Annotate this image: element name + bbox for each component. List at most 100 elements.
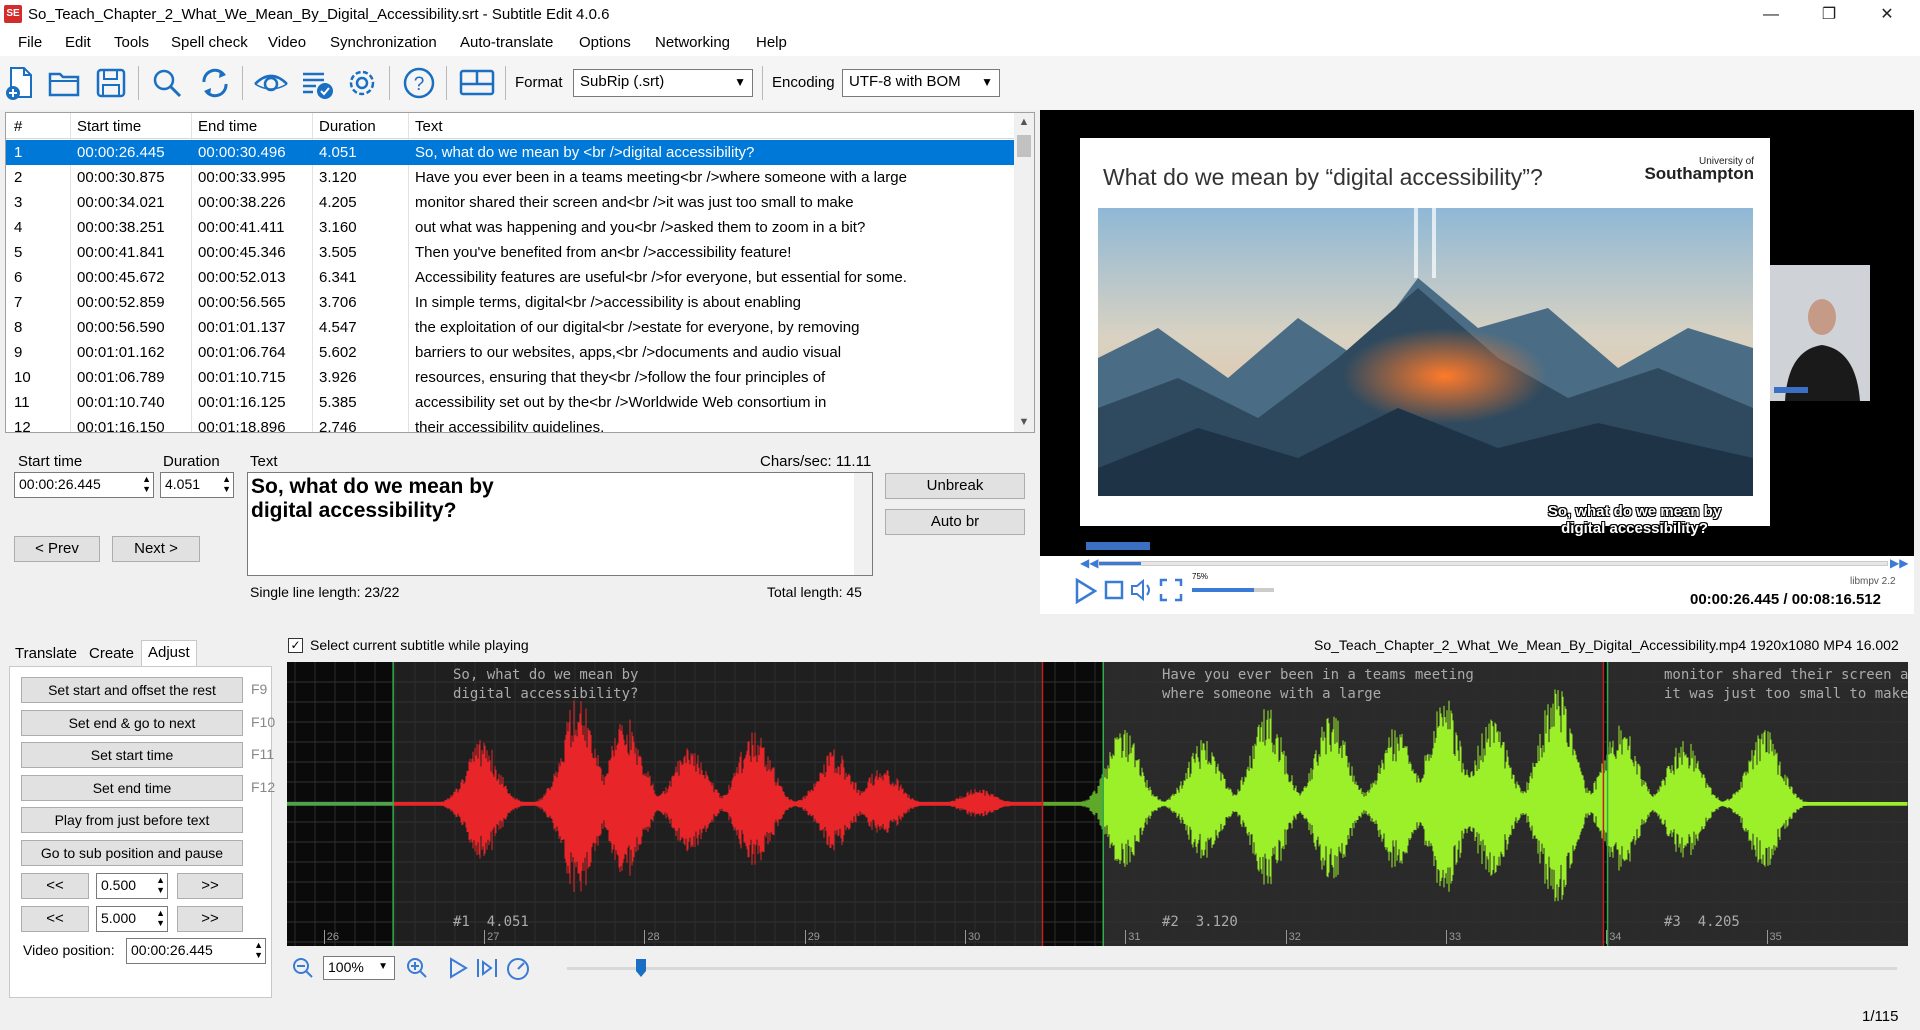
video-position-input[interactable]: 00:00:26.445 ▲ ▼ — [126, 938, 266, 964]
col-number[interactable]: # — [14, 118, 22, 135]
audio-waveform[interactable]: So, what do we mean by digital accessibi… — [287, 662, 1908, 946]
menu-tools[interactable]: Tools — [114, 34, 149, 51]
scroll-thumb[interactable] — [1017, 135, 1031, 157]
select-while-playing-checkbox[interactable]: ✓ — [288, 638, 303, 653]
encoding-select[interactable]: UTF-8 with BOM ▼ — [842, 69, 1000, 97]
video-progress-track[interactable] — [1098, 561, 1888, 566]
step-input-1[interactable]: 0.500 ▲ ▼ — [96, 873, 168, 899]
table-row[interactable]: 3 00:00:34.021 00:00:38.226 4.205 monitor sh… — [6, 190, 1016, 215]
play-before-text-button[interactable]: Play from just before text — [21, 807, 243, 833]
spell-check-icon[interactable] — [298, 64, 336, 102]
minimize-button[interactable]: — — [1742, 0, 1800, 30]
next-frame-icon[interactable]: ▶▶ — [1890, 556, 1908, 570]
wave-sub-2-line-2: where someone with a large — [1162, 686, 1382, 702]
waveform-position-track[interactable] — [567, 967, 1897, 970]
step-forward-button-2[interactable]: >> — [177, 906, 243, 932]
prev-button[interactable]: < Prev — [14, 536, 100, 562]
table-row[interactable]: 11 00:01:10.740 00:01:16.125 5.385 accessibi… — [6, 390, 1016, 415]
stop-icon[interactable] — [1102, 578, 1126, 602]
editor-scrollbar[interactable] — [854, 473, 872, 575]
table-row[interactable]: 5 00:00:41.841 00:00:45.346 3.505 Then you'v… — [6, 240, 1016, 265]
duration-input[interactable]: 4.051 ▲ ▼ — [160, 472, 234, 498]
play-selection-icon[interactable] — [447, 956, 469, 980]
step-input-2[interactable]: 5.000 ▲ ▼ — [96, 906, 168, 932]
settings-icon[interactable] — [343, 64, 381, 102]
menu-file[interactable]: File — [18, 34, 42, 51]
table-row[interactable]: 8 00:00:56.590 00:01:01.137 4.547 the exploi… — [6, 315, 1016, 340]
menu-synchronization[interactable]: Synchronization — [330, 34, 437, 51]
zoom-in-icon[interactable] — [405, 956, 429, 980]
menu-spell-check[interactable]: Spell check — [171, 34, 248, 51]
col-end-time[interactable]: End time — [198, 118, 257, 135]
waveform-canvas[interactable] — [287, 662, 1908, 946]
start-time-input[interactable]: 00:00:26.445 ▲ ▼ — [14, 472, 154, 498]
table-row[interactable]: 12 00:01:16.150 00:01:18.896 2.746 their acc… — [6, 415, 1016, 432]
replace-icon[interactable] — [196, 64, 234, 102]
subtitle-grid[interactable]: # Start time End time Duration Text 1 00:… — [5, 112, 1035, 433]
center-position-icon[interactable] — [475, 956, 499, 980]
spinner-icon[interactable]: ▲ ▼ — [156, 908, 165, 928]
spinner-icon[interactable]: ▲ ▼ — [156, 875, 165, 895]
close-button[interactable]: ✕ — [1858, 0, 1916, 30]
waveform-position-thumb[interactable] — [635, 958, 647, 978]
next-button[interactable]: Next > — [112, 536, 200, 562]
table-row[interactable]: 6 00:00:45.672 00:00:52.013 6.341 Accessibil… — [6, 265, 1016, 290]
unbreak-button[interactable]: Unbreak — [885, 473, 1025, 499]
col-text[interactable]: Text — [415, 118, 443, 135]
menu-options[interactable]: Options — [579, 34, 631, 51]
help-icon[interactable]: ? — [400, 64, 438, 102]
scroll-down-icon[interactable]: ▼ — [1014, 416, 1034, 428]
col-start-time[interactable]: Start time — [77, 118, 141, 135]
set-end-go-next-button[interactable]: Set end & go to next — [21, 710, 243, 736]
menu-edit[interactable]: Edit — [65, 34, 91, 51]
table-row[interactable]: 7 00:00:52.859 00:00:56.565 3.706 In simple … — [6, 290, 1016, 315]
playback-speed-icon[interactable] — [505, 955, 531, 981]
table-row[interactable]: 9 00:01:01.162 00:01:06.764 5.602 barriers t… — [6, 340, 1016, 365]
open-folder-icon[interactable] — [46, 64, 84, 102]
set-start-time-button[interactable]: Set start time — [21, 742, 243, 768]
menu-auto-translate[interactable]: Auto-translate — [460, 34, 553, 51]
tab-translate[interactable]: Translate — [9, 642, 83, 666]
auto-br-button[interactable]: Auto br — [885, 509, 1025, 535]
zoom-select[interactable]: 100% ▼ — [323, 956, 395, 980]
visual-sync-icon[interactable] — [252, 64, 290, 102]
play-icon[interactable] — [1070, 576, 1100, 606]
save-icon[interactable] — [92, 64, 130, 102]
set-end-time-button[interactable]: Set end time — [21, 775, 243, 801]
tab-adjust[interactable]: Adjust — [141, 640, 197, 667]
volume-slider[interactable] — [1192, 588, 1274, 592]
spinner-icon[interactable]: ▲ ▼ — [254, 940, 263, 960]
spinner-icon[interactable]: ▲ ▼ — [222, 474, 231, 494]
spinner-icon[interactable]: ▲ ▼ — [142, 474, 151, 494]
prev-frame-icon[interactable]: ◀◀ — [1080, 556, 1098, 570]
table-row[interactable]: 2 00:00:30.875 00:00:33.995 3.120 Have you e… — [6, 165, 1016, 190]
table-row[interactable]: 10 00:01:06.789 00:01:10.715 3.926 resources… — [6, 365, 1016, 390]
step-forward-button-1[interactable]: >> — [177, 873, 243, 899]
menu-video[interactable]: Video — [268, 34, 306, 51]
maximize-button[interactable]: ❐ — [1800, 0, 1858, 30]
table-row[interactable]: 1 00:00:26.445 00:00:30.496 4.051 So, what d… — [6, 140, 1016, 165]
zoom-out-icon[interactable] — [291, 956, 315, 980]
col-duration[interactable]: Duration — [319, 118, 376, 135]
set-start-offset-button[interactable]: Set start and offset the rest — [21, 677, 243, 703]
new-file-icon[interactable] — [2, 64, 40, 102]
fullscreen-icon[interactable] — [1158, 577, 1184, 603]
step-back-button-2[interactable]: << — [21, 906, 89, 932]
wave-sub-3-label: #3 4.205 — [1664, 914, 1740, 930]
scroll-up-icon[interactable]: ▲ — [1014, 116, 1034, 128]
search-icon[interactable] — [148, 64, 186, 102]
cell-text: Then you've benefited from an<br />acces… — [415, 244, 792, 261]
menu-networking[interactable]: Networking — [655, 34, 730, 51]
subtitle-text-editor[interactable]: So, what do we mean by digital accessibi… — [247, 472, 873, 576]
cell-start: 00:01:10.740 — [77, 394, 165, 411]
menu-help[interactable]: Help — [756, 34, 787, 51]
step-back-button-1[interactable]: << — [21, 873, 89, 899]
table-row[interactable]: 4 00:00:38.251 00:00:41.411 3.160 out what w… — [6, 215, 1016, 240]
tab-create[interactable]: Create — [83, 642, 140, 666]
video-player[interactable]: What do we mean by “digital accessibilit… — [1040, 110, 1914, 556]
format-select[interactable]: SubRip (.srt) ▼ — [573, 69, 753, 97]
grid-scrollbar[interactable]: ▲ ▼ — [1014, 113, 1034, 432]
layout-icon[interactable] — [458, 64, 496, 102]
volume-icon[interactable] — [1128, 576, 1156, 604]
go-to-sub-position-button[interactable]: Go to sub position and pause — [21, 840, 243, 866]
